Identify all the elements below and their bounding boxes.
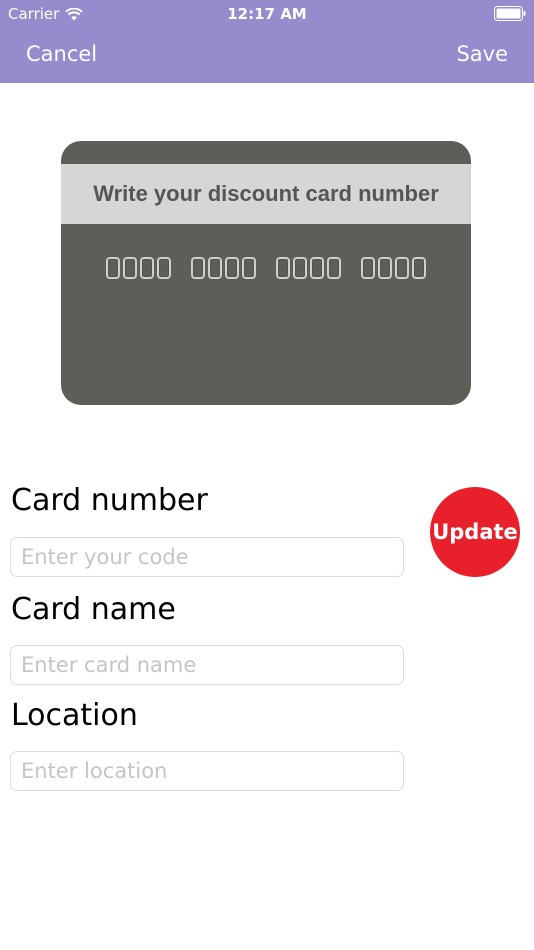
- location-label: Location: [11, 698, 138, 733]
- save-button[interactable]: Save: [456, 42, 508, 66]
- card-band-text: Write your discount card number: [61, 164, 471, 224]
- cancel-button[interactable]: Cancel: [26, 42, 97, 66]
- digit-box: [208, 257, 222, 279]
- digit-box: [395, 257, 409, 279]
- status-time: 12:17 AM: [227, 5, 307, 23]
- digit-group: [276, 257, 341, 279]
- digit-box: [140, 257, 154, 279]
- digit-box: [242, 257, 256, 279]
- digit-box: [276, 257, 290, 279]
- digit-box: [310, 257, 324, 279]
- digit-box: [106, 257, 120, 279]
- digit-group: [191, 257, 256, 279]
- navigation-bar: Carrier 12:17 AM Cancel Save: [0, 0, 534, 83]
- digit-box: [327, 257, 341, 279]
- digit-box: [412, 257, 426, 279]
- digit-box: [293, 257, 307, 279]
- digit-group: [361, 257, 426, 279]
- digit-box: [361, 257, 375, 279]
- card-number-input[interactable]: [10, 537, 404, 577]
- battery-icon: [494, 6, 526, 21]
- card-name-input[interactable]: [10, 645, 404, 685]
- card-digit-placeholders: [61, 257, 471, 279]
- digit-box: [123, 257, 137, 279]
- status-bar: Carrier 12:17 AM: [0, 0, 534, 28]
- card-name-label: Card name: [11, 592, 176, 627]
- digit-box: [225, 257, 239, 279]
- digit-group: [106, 257, 171, 279]
- digit-box: [378, 257, 392, 279]
- location-input[interactable]: [10, 751, 404, 791]
- update-button[interactable]: Update: [430, 487, 520, 577]
- discount-card-illustration: Write your discount card number: [61, 141, 471, 405]
- card-number-label: Card number: [11, 483, 208, 518]
- digit-box: [191, 257, 205, 279]
- digit-box: [157, 257, 171, 279]
